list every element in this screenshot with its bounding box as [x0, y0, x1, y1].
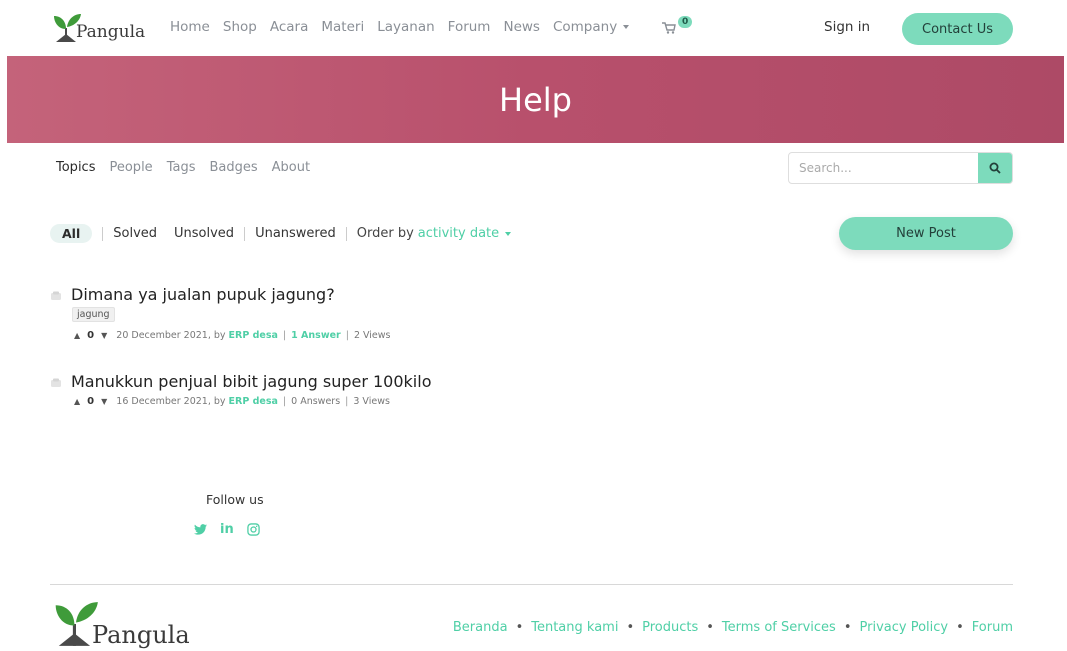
nav-company-label: Company [552, 19, 618, 35]
page-banner: Help [7, 56, 1064, 143]
footer-brand-name: Pangula [92, 621, 190, 649]
order-by-value: activity date [417, 226, 500, 241]
list-item: Dimana ya jualan pupuk jagung? jagung ▲ … [50, 285, 470, 345]
divider [102, 226, 104, 241]
footer-nav: Beranda • Tentang kami • Products • Term… [452, 620, 1013, 635]
footer-link-terms[interactable]: Terms of Services [722, 620, 836, 635]
post-icon [51, 291, 61, 300]
forum-subnav: Topics People Tags Badges About [56, 160, 310, 175]
shopping-cart-icon [662, 22, 676, 34]
post-date: 16 December 2021, by [116, 396, 226, 407]
answers-link[interactable]: 1 Answer [291, 330, 341, 341]
nav-acara[interactable]: Acara [270, 19, 309, 35]
search-input[interactable] [789, 153, 978, 183]
footer-link-forum[interactable]: Forum [972, 620, 1013, 635]
search-icon [989, 162, 1001, 174]
post-title-link[interactable]: Dimana ya jualan pupuk jagung? [71, 285, 335, 304]
views-count: 3 Views [353, 396, 390, 407]
cart-count-badge: 0 [678, 16, 693, 28]
author-link[interactable]: ERP desa [229, 396, 278, 407]
page-title: Help [499, 80, 572, 119]
search-button[interactable] [978, 153, 1012, 183]
divider [345, 226, 347, 241]
brand-logo[interactable]: Pangula [52, 12, 145, 44]
footer-brand-logo[interactable]: Pangula [50, 599, 190, 649]
upvote-icon[interactable]: ▲ [74, 331, 80, 340]
nav-layanan[interactable]: Layanan [377, 19, 434, 35]
chevron-down-icon [505, 231, 512, 236]
chevron-down-icon [623, 25, 630, 29]
answers-count: 0 Answers [291, 396, 341, 407]
instagram-icon[interactable] [246, 523, 260, 536]
cart-button[interactable]: 0 [662, 16, 693, 38]
post-icon [51, 378, 61, 387]
search-box [788, 152, 1013, 184]
social-links: in [194, 522, 260, 537]
contact-us-button[interactable]: Contact Us [902, 13, 1013, 45]
filter-unsolved[interactable]: Unsolved [174, 226, 234, 241]
tab-people[interactable]: People [109, 160, 152, 175]
filter-solved[interactable]: Solved [113, 226, 157, 241]
linkedin-icon[interactable]: in [220, 522, 234, 537]
post-title-link[interactable]: Manukkun penjual bibit jagung super 100k… [71, 372, 431, 391]
twitter-icon[interactable] [194, 524, 207, 535]
tab-tags[interactable]: Tags [167, 160, 196, 175]
main-nav: Home Shop Acara Materi Layanan Forum New… [170, 19, 630, 35]
new-post-button[interactable]: New Post [839, 217, 1013, 250]
nav-company-dropdown[interactable]: Company [552, 19, 630, 35]
footer-divider [50, 584, 1013, 585]
tag-badge[interactable]: jagung [72, 307, 115, 322]
tab-topics[interactable]: Topics [56, 160, 95, 175]
tab-about[interactable]: About [272, 160, 310, 175]
sign-in-link[interactable]: Sign in [824, 19, 870, 35]
order-by-label: Order by [356, 226, 414, 241]
footer-link-tentang-kami[interactable]: Tentang kami [531, 620, 618, 635]
footer-link-products[interactable]: Products [642, 620, 698, 635]
upvote-icon[interactable]: ▲ [74, 397, 80, 406]
nav-home[interactable]: Home [170, 19, 210, 35]
downvote-icon[interactable]: ▼ [101, 397, 107, 406]
post-filters: All Solved Unsolved Unanswered Order by a… [50, 224, 512, 243]
nav-shop[interactable]: Shop [223, 19, 257, 35]
filter-all[interactable]: All [50, 224, 93, 243]
list-item: Manukkun penjual bibit jagung super 100k… [50, 372, 470, 412]
author-link[interactable]: ERP desa [229, 330, 278, 341]
vote-count: 0 [87, 396, 95, 407]
tab-badges[interactable]: Badges [209, 160, 257, 175]
divider [244, 226, 246, 241]
follow-us-label: Follow us [206, 492, 264, 507]
brand-name: Pangula [76, 22, 146, 42]
downvote-icon[interactable]: ▼ [101, 331, 107, 340]
nav-news[interactable]: News [503, 19, 539, 35]
nav-materi[interactable]: Materi [321, 19, 364, 35]
nav-forum[interactable]: Forum [448, 19, 491, 35]
post-meta: ▲ 0 ▼ 20 December 2021, by ERP desa | 1 … [74, 330, 391, 341]
vote-count: 0 [87, 330, 95, 341]
post-meta: ▲ 0 ▼ 16 December 2021, by ERP desa | 0 … [74, 396, 390, 407]
navbar: Pangula Home Shop Acara Materi Layanan F… [0, 0, 1067, 56]
footer-link-privacy[interactable]: Privacy Policy [860, 620, 949, 635]
filter-unanswered[interactable]: Unanswered [255, 226, 336, 241]
post-date: 20 December 2021, by [116, 330, 226, 341]
order-by-dropdown[interactable]: Order by activity date [356, 226, 512, 241]
footer-link-beranda[interactable]: Beranda [453, 620, 508, 635]
views-count: 2 Views [353, 330, 391, 341]
